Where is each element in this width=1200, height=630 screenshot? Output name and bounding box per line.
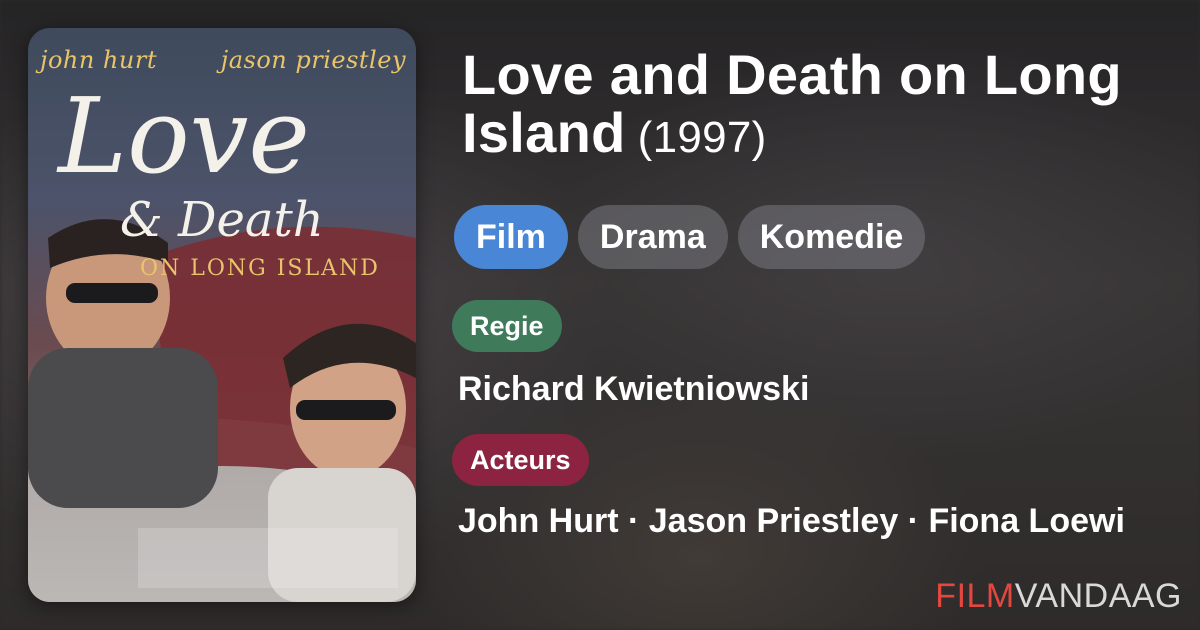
filmvandaag-logo: FILMVANDAAG <box>935 577 1182 616</box>
poster-title-death: & Death <box>120 192 324 248</box>
director-name: Richard Kwietniowski <box>458 370 810 408</box>
actors-list: John Hurt · Jason Priestley · Fiona Loew… <box>458 502 1125 540</box>
movie-title: Love and Death on Long Island (1997) <box>462 46 1182 167</box>
regie-badge: Regie <box>452 300 562 352</box>
movie-poster: john hurt jason priestley Love & Death O… <box>28 28 416 602</box>
genre-tags: Film Drama Komedie <box>454 205 926 269</box>
logo-part-vandaag: VANDAAG <box>1014 577 1182 615</box>
tag-film[interactable]: Film <box>454 205 568 269</box>
movie-title-text: Love and Death on Long Island <box>462 43 1122 164</box>
logo-part-film: FILM <box>935 577 1015 615</box>
tag-komedie[interactable]: Komedie <box>737 205 926 269</box>
poster-actor-right: jason priestley <box>220 46 406 74</box>
poster-title-long-island: ON LONG ISLAND <box>140 256 380 281</box>
poster-title-love: Love <box>58 75 310 197</box>
poster-actor-left: john hurt <box>40 46 157 74</box>
tag-drama[interactable]: Drama <box>577 205 728 269</box>
movie-year: (1997) <box>637 113 767 162</box>
acteurs-badge: Acteurs <box>452 434 589 486</box>
